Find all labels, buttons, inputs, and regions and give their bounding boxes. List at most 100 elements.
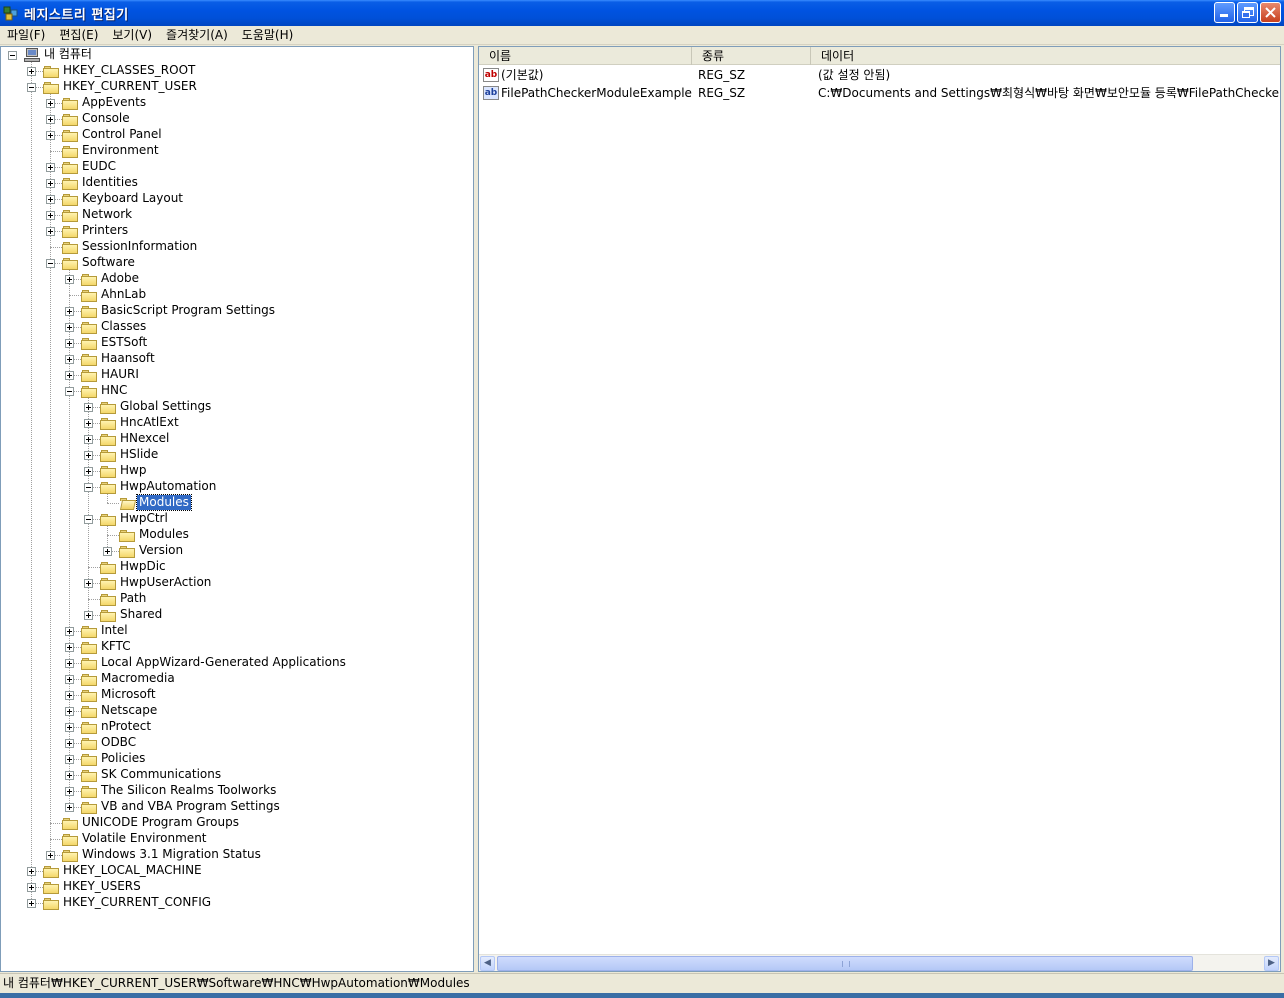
tree-node[interactable]: HSlide xyxy=(1,447,473,463)
expand-icon[interactable] xyxy=(65,275,74,284)
expand-icon[interactable] xyxy=(84,419,93,428)
scroll-right-button[interactable]: ▶ xyxy=(1264,956,1279,971)
expand-icon[interactable] xyxy=(65,643,74,652)
tree-node[interactable]: HAURI xyxy=(1,367,473,383)
tree-node[interactable]: Keyboard Layout xyxy=(1,191,473,207)
tree-node[interactable]: AhnLab xyxy=(1,287,473,303)
expand-icon[interactable] xyxy=(65,355,74,364)
tree-node[interactable]: ESTSoft xyxy=(1,335,473,351)
tree-node[interactable]: Hwp xyxy=(1,463,473,479)
tree-node[interactable]: BasicScript Program Settings xyxy=(1,303,473,319)
expand-icon[interactable] xyxy=(65,659,74,668)
expand-icon[interactable] xyxy=(46,195,55,204)
tree-node[interactable]: HKEY_CURRENT_CONFIG xyxy=(1,895,473,911)
tree-node[interactable]: Console xyxy=(1,111,473,127)
tree-node[interactable]: HKEY_CLASSES_ROOT xyxy=(1,63,473,79)
collapse-icon[interactable] xyxy=(8,51,17,60)
column-header-name[interactable]: 이름 xyxy=(479,47,692,65)
tree-node[interactable]: Policies xyxy=(1,751,473,767)
expand-icon[interactable] xyxy=(65,307,74,316)
key-tree-pane[interactable]: 내 컴퓨터 HKEY_CLASSES_ROOT HKEY_CURRENT_USER A… xyxy=(0,46,474,972)
column-header-type[interactable]: 종류 xyxy=(692,47,811,65)
tree-node[interactable]: Global Settings xyxy=(1,399,473,415)
tree-node[interactable]: UNICODE Program Groups xyxy=(1,815,473,831)
tree-node[interactable]: HwpUserAction xyxy=(1,575,473,591)
expand-icon[interactable] xyxy=(46,163,55,172)
expand-icon[interactable] xyxy=(84,611,93,620)
restore-button[interactable] xyxy=(1237,2,1258,23)
tree-node[interactable]: Microsoft xyxy=(1,687,473,703)
expand-icon[interactable] xyxy=(46,99,55,108)
expand-icon[interactable] xyxy=(65,755,74,764)
horizontal-scrollbar[interactable]: ◀ ▶ xyxy=(479,954,1280,971)
tree-node[interactable]: Haansoft xyxy=(1,351,473,367)
expand-icon[interactable] xyxy=(27,67,36,76)
value-list-pane[interactable]: 이름 종류 데이터 ab (기본값) REG_SZ (값 설정 안됨) ab F… xyxy=(478,46,1281,972)
expand-icon[interactable] xyxy=(65,691,74,700)
expand-icon[interactable] xyxy=(103,547,112,556)
tree-node[interactable]: Intel xyxy=(1,623,473,639)
tree-node[interactable]: Software xyxy=(1,255,473,271)
tree-node[interactable]: HKEY_CURRENT_USER xyxy=(1,79,473,95)
tree-node[interactable]: Macromedia xyxy=(1,671,473,687)
tree-node[interactable]: The Silicon Realms Toolworks xyxy=(1,783,473,799)
scroll-thumb[interactable] xyxy=(497,956,1193,971)
expand-icon[interactable] xyxy=(65,707,74,716)
expand-icon[interactable] xyxy=(46,179,55,188)
tree-node[interactable]: Adobe xyxy=(1,271,473,287)
tree-node[interactable]: Shared xyxy=(1,607,473,623)
tree-node[interactable]: Volatile Environment xyxy=(1,831,473,847)
menu-favorites[interactable]: 즐겨찾기(A) xyxy=(159,26,235,44)
tree-node[interactable]: Environment xyxy=(1,143,473,159)
collapse-icon[interactable] xyxy=(27,83,36,92)
tree-node[interactable]: Network xyxy=(1,207,473,223)
menu-edit[interactable]: 편집(E) xyxy=(52,26,105,44)
tree-node[interactable]: HwpDic xyxy=(1,559,473,575)
tree-node[interactable]: Modules xyxy=(1,527,473,543)
expand-icon[interactable] xyxy=(84,467,93,476)
tree-node[interactable]: HKEY_LOCAL_MACHINE xyxy=(1,863,473,879)
expand-icon[interactable] xyxy=(65,675,74,684)
minimize-button[interactable] xyxy=(1214,2,1235,23)
tree-node[interactable]: Modules xyxy=(1,494,473,511)
tree-node[interactable]: Printers xyxy=(1,223,473,239)
expand-icon[interactable] xyxy=(84,579,93,588)
tree-node[interactable]: HwpCtrl xyxy=(1,511,473,527)
expand-icon[interactable] xyxy=(27,883,36,892)
expand-icon[interactable] xyxy=(65,323,74,332)
tree-node[interactable]: Identities xyxy=(1,175,473,191)
tree-node[interactable]: HNC xyxy=(1,383,473,399)
expand-icon[interactable] xyxy=(65,339,74,348)
menu-help[interactable]: 도움말(H) xyxy=(235,26,301,44)
expand-icon[interactable] xyxy=(65,371,74,380)
tree-node[interactable]: HNexcel xyxy=(1,431,473,447)
expand-icon[interactable] xyxy=(46,115,55,124)
collapse-icon[interactable] xyxy=(46,259,55,268)
value-row[interactable]: ab (기본값) REG_SZ (값 설정 안됨) xyxy=(479,66,1280,83)
title-bar[interactable]: 레지스트리 편집기 xyxy=(0,0,1284,26)
value-row[interactable]: ab FilePathCheckerModuleExample REG_SZ C… xyxy=(479,84,1280,101)
expand-icon[interactable] xyxy=(46,211,55,220)
tree-node[interactable]: ODBC xyxy=(1,735,473,751)
scroll-left-button[interactable]: ◀ xyxy=(480,956,495,971)
expand-icon[interactable] xyxy=(65,627,74,636)
tree-node[interactable]: Windows 3.1 Migration Status xyxy=(1,847,473,863)
collapse-icon[interactable] xyxy=(84,483,93,492)
menu-file[interactable]: 파일(F) xyxy=(0,26,52,44)
tree-node[interactable]: HwpAutomation xyxy=(1,479,473,495)
expand-icon[interactable] xyxy=(84,435,93,444)
expand-icon[interactable] xyxy=(65,739,74,748)
tree-node[interactable]: AppEvents xyxy=(1,95,473,111)
tree-node[interactable]: SessionInformation xyxy=(1,239,473,255)
tree-node[interactable]: 내 컴퓨터 xyxy=(1,47,473,63)
expand-icon[interactable] xyxy=(27,867,36,876)
tree-node[interactable]: Netscape xyxy=(1,703,473,719)
tree-node[interactable]: HKEY_USERS xyxy=(1,879,473,895)
expand-icon[interactable] xyxy=(65,803,74,812)
expand-icon[interactable] xyxy=(65,787,74,796)
column-header-data[interactable]: 데이터 xyxy=(811,47,1280,65)
tree-node[interactable]: HncAtlExt xyxy=(1,415,473,431)
expand-icon[interactable] xyxy=(84,451,93,460)
menu-view[interactable]: 보기(V) xyxy=(105,26,159,44)
expand-icon[interactable] xyxy=(46,851,55,860)
